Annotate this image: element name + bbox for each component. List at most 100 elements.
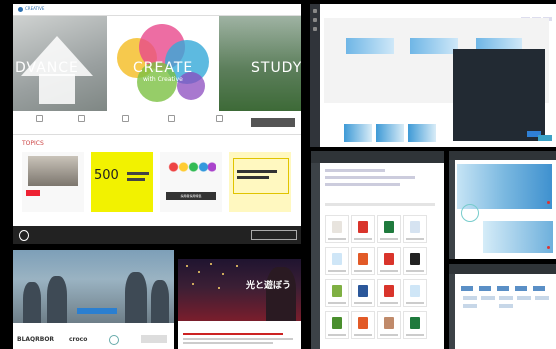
tree-node[interactable] — [461, 286, 473, 291]
service-menu — [13, 112, 301, 135]
menu-item[interactable] — [151, 115, 191, 127]
editor-left-toolbar — [310, 4, 320, 147]
campaign-info — [178, 321, 301, 349]
image-icon — [332, 317, 342, 329]
brand-logo-row: BLAQRBOR croco — [13, 325, 174, 349]
tree-node[interactable] — [497, 286, 509, 291]
site-logo[interactable]: CREATIVE — [18, 6, 44, 12]
word-icon — [358, 285, 368, 297]
hero-word-study: STUDY — [251, 60, 301, 76]
file-icon — [332, 221, 342, 233]
tree-subnode[interactable] — [517, 296, 531, 300]
hero-subtitle: with Creative — [143, 76, 183, 83]
file-tile[interactable] — [403, 311, 427, 339]
contact-button[interactable] — [251, 118, 295, 127]
selection-circle — [461, 204, 479, 222]
campaign-headline: 光と遊ぼう — [246, 281, 292, 291]
file-tile[interactable] — [377, 215, 401, 243]
tree-subnode[interactable] — [463, 296, 477, 300]
tree-node[interactable] — [515, 286, 527, 291]
file-tile[interactable] — [403, 215, 427, 243]
topic-card[interactable]: 500 — [91, 152, 153, 212]
preview-screenshot — [449, 151, 556, 259]
annotation-marker[interactable] — [547, 201, 550, 204]
topics-heading: TOPICS — [22, 140, 44, 147]
preview-sidebar — [449, 160, 455, 259]
file-tile[interactable] — [325, 215, 349, 243]
banner-thumbnail[interactable] — [410, 38, 458, 54]
topic-card[interactable] — [229, 152, 291, 212]
editor-screenshot — [310, 4, 556, 147]
file-tile[interactable] — [377, 311, 401, 339]
annotation-marker[interactable] — [547, 246, 550, 249]
brand-logo-icon — [109, 335, 119, 345]
corporate-site-screenshot: CREATIVE DVANCE CREATE STUDY with Creati… — [13, 4, 301, 244]
filter-row[interactable] — [325, 169, 385, 172]
banner-thumbnail[interactable] — [346, 38, 394, 54]
tree-subnode[interactable] — [499, 296, 513, 300]
banner-preview-large[interactable] — [457, 164, 552, 209]
tree-node[interactable] — [479, 286, 491, 291]
tool-icon[interactable] — [313, 27, 317, 31]
file-tile[interactable] — [325, 279, 349, 307]
file-icon — [410, 253, 420, 265]
hero-cta-button[interactable] — [77, 308, 117, 314]
structure-screenshot — [449, 264, 556, 349]
preview-header — [449, 151, 556, 160]
menu-item[interactable] — [61, 115, 101, 127]
tool-icon[interactable] — [313, 9, 317, 13]
filter-row[interactable] — [325, 183, 400, 186]
file-tile[interactable] — [403, 279, 427, 307]
image-icon — [332, 285, 342, 297]
brand-logo: croco — [69, 336, 88, 343]
card-cta-bar[interactable]: 採用者採用特集 — [166, 192, 216, 200]
file-tile[interactable] — [377, 247, 401, 275]
tree-subnode[interactable] — [481, 296, 495, 300]
card-logo — [26, 190, 40, 196]
file-tile[interactable] — [377, 279, 401, 307]
publish-button[interactable] — [538, 135, 552, 141]
file-tile[interactable] — [351, 215, 375, 243]
asset-strip-item[interactable] — [408, 124, 436, 142]
menu-item[interactable] — [199, 115, 239, 127]
pdf-icon — [384, 285, 394, 297]
file-tile[interactable] — [351, 311, 375, 339]
footer-link[interactable] — [57, 234, 58, 238]
image-icon — [384, 317, 394, 329]
file-icon — [332, 253, 342, 265]
hero-word-create: CREATE — [133, 60, 194, 76]
asset-strip-item[interactable] — [344, 124, 372, 142]
topic-card[interactable]: 採用者採用特集 — [160, 152, 222, 212]
powerpoint-icon — [358, 253, 368, 265]
site-header: CREATIVE — [13, 4, 301, 23]
file-tile[interactable] — [325, 311, 349, 339]
pdf-icon — [384, 253, 394, 265]
topic-card[interactable] — [22, 152, 84, 212]
file-tile[interactable] — [351, 247, 375, 275]
menu-icon — [121, 115, 129, 122]
brand-logo: BLAQRBOR — [17, 336, 55, 343]
menu-item[interactable] — [19, 115, 59, 127]
footer-contact-button[interactable] — [251, 230, 297, 240]
color-dots-image — [166, 156, 216, 178]
asset-strip-item[interactable] — [376, 124, 404, 142]
person-silhouette — [266, 267, 296, 321]
file-tile[interactable] — [351, 279, 375, 307]
card-number: 500 — [94, 168, 119, 183]
file-tile[interactable] — [325, 247, 349, 275]
tool-icon[interactable] — [313, 18, 317, 22]
banner-preview-small[interactable] — [483, 221, 553, 253]
menu-item[interactable] — [105, 115, 145, 127]
browser-sidebar — [311, 163, 320, 349]
campaign-page-screenshot: 光と遊ぼう — [178, 250, 301, 349]
browser-header — [311, 151, 444, 163]
tree-subnode[interactable] — [499, 304, 513, 308]
file-tile[interactable] — [403, 247, 427, 275]
landing-page-screenshot: BLAQRBOR croco — [13, 250, 174, 349]
tree-subnode[interactable] — [535, 296, 549, 300]
tree-node[interactable] — [533, 286, 545, 291]
tree-subnode[interactable] — [463, 304, 477, 308]
excel-icon — [410, 317, 420, 329]
filter-row[interactable] — [325, 176, 415, 179]
menu-icon — [35, 115, 43, 122]
